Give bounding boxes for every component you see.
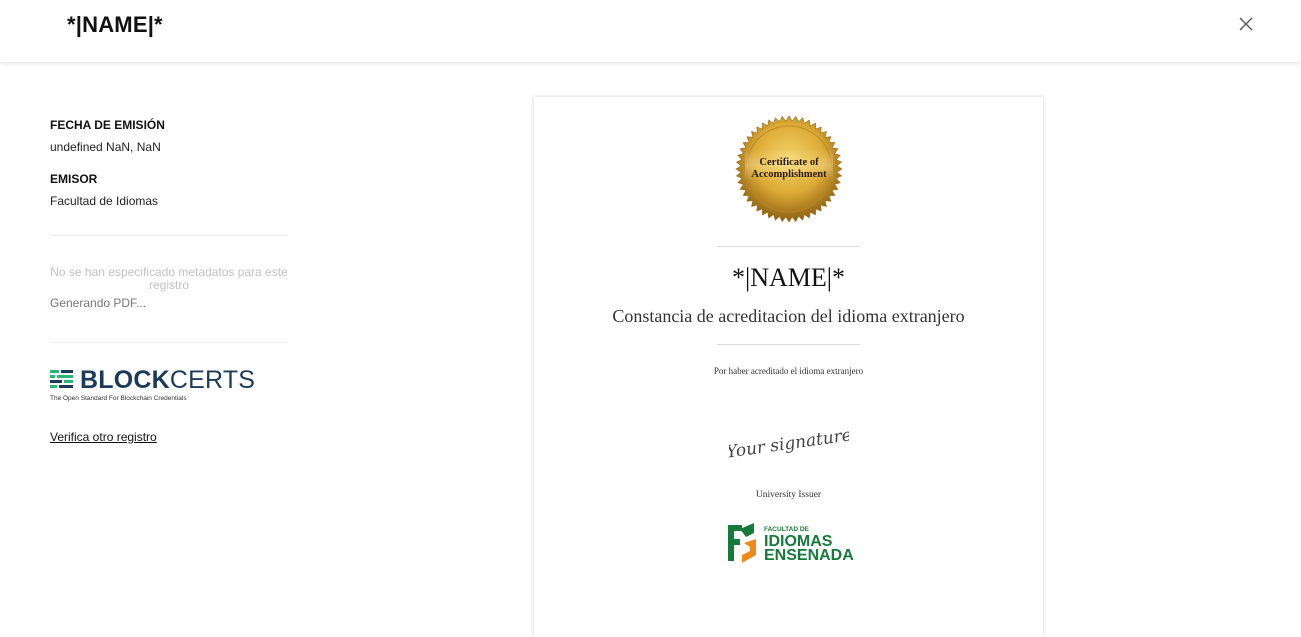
faculty-logo: FACULTAD DE IDIOMAS ENSENADA bbox=[728, 523, 854, 564]
signature-image: Your signature bbox=[729, 425, 849, 461]
issue-date-value: undefined NaN, NaN bbox=[50, 140, 161, 154]
faculty-logo-line-2: ENSENADA bbox=[764, 547, 854, 564]
verify-another-record-link[interactable]: Verifica otro registro bbox=[50, 430, 157, 444]
certificate-description: Por haber acreditado el idioma extranjer… bbox=[713, 366, 864, 376]
faculty-logo-small-text: FACULTAD DE bbox=[764, 526, 810, 533]
certificate-card: Certificate of Accomplishment *|NAME|* C… bbox=[534, 97, 1043, 637]
blockcerts-mark-icon bbox=[50, 370, 73, 388]
seal-line-1: Certificate of bbox=[759, 157, 819, 168]
header-title: *|NAME|* bbox=[67, 12, 163, 37]
certificate-divider bbox=[717, 246, 860, 247]
no-metadata-message: No se han especificado metadatos para es… bbox=[50, 265, 288, 292]
issue-date-label: FECHA DE EMISIÓN bbox=[50, 118, 165, 132]
close-button[interactable] bbox=[1236, 14, 1256, 34]
issuer-value: Facultad de Idiomas bbox=[50, 194, 159, 208]
gold-seal-icon: Certificate of Accomplishment bbox=[735, 115, 843, 223]
seal-line-2: Accomplishment bbox=[751, 169, 827, 180]
recipient-name: *|NAME|* bbox=[732, 263, 845, 292]
generating-pdf-status: Generando PDF... bbox=[50, 296, 147, 310]
top-header: *|NAME|* bbox=[0, 0, 1301, 63]
svg-text:Your signature: Your signature bbox=[729, 425, 849, 461]
sidebar-divider bbox=[50, 235, 288, 236]
sidebar-divider bbox=[50, 342, 288, 343]
certificate-subtitle: Constancia de acreditacion del idioma ex… bbox=[612, 306, 965, 326]
blockcerts-tagline: The Open Standard For Blockchain Credent… bbox=[50, 395, 187, 402]
issuer-title: University Issuer bbox=[755, 490, 822, 500]
close-icon bbox=[1239, 17, 1253, 31]
metadata-sidebar: FECHA DE EMISIÓN undefined NaN, NaN EMIS… bbox=[50, 118, 288, 446]
blockcerts-logo: BLOCKCERTS The Open Standard For Blockch… bbox=[50, 367, 288, 402]
certificate-divider bbox=[717, 344, 860, 345]
blockcerts-wordmark: BLOCKCERTS bbox=[80, 366, 256, 394]
issuer-label: EMISOR bbox=[50, 172, 98, 186]
